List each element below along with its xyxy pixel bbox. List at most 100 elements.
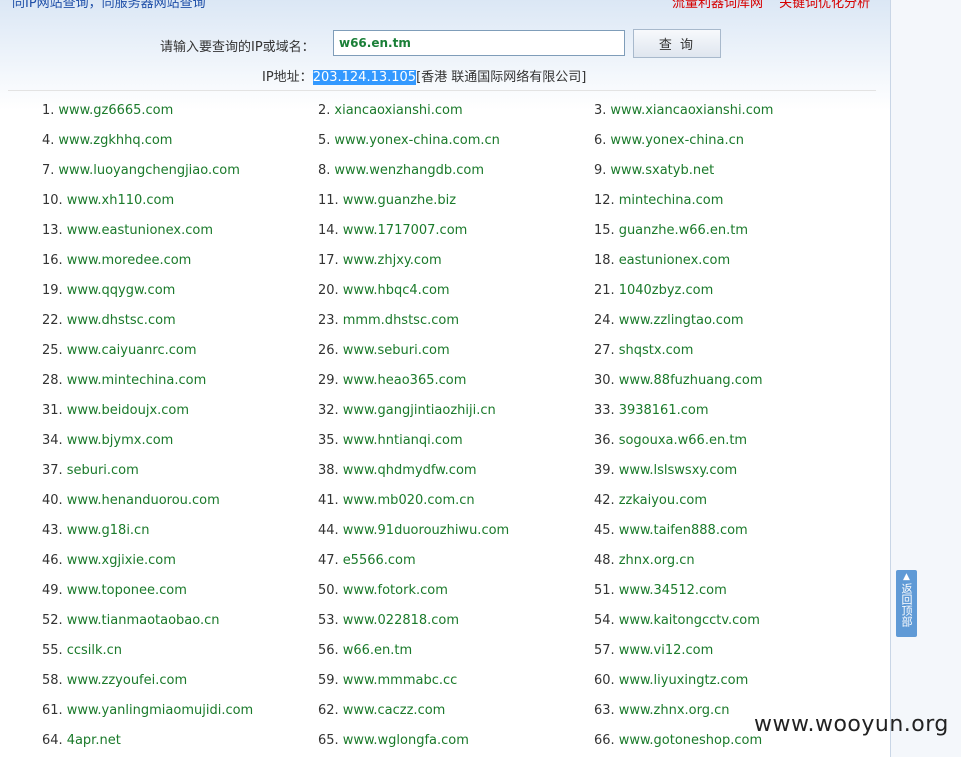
site-domain-link[interactable]: www.sxatyb.net <box>610 163 714 178</box>
site-domain-link[interactable]: 4apr.net <box>67 733 121 748</box>
site-domain-link[interactable]: www.tianmaotaobao.cn <box>67 613 220 628</box>
list-item-number: 5. <box>318 133 331 148</box>
site-domain-link[interactable]: www.mintechina.com <box>67 373 207 388</box>
list-item-number: 42. <box>594 493 615 508</box>
site-domain-link[interactable]: www.zzlingtao.com <box>619 313 744 328</box>
site-domain-link[interactable]: guanzhe.w66.en.tm <box>619 223 748 238</box>
list-item: 52. www.tianmaotaobao.cn <box>42 611 220 631</box>
site-domain-link[interactable]: www.zzyoufei.com <box>67 673 187 688</box>
site-domain-link[interactable]: www.vi12.com <box>619 643 714 658</box>
site-domain-link[interactable]: 3938161.com <box>619 403 709 418</box>
site-domain-link[interactable]: www.henanduorou.com <box>67 493 220 508</box>
list-item: 20. www.hbqc4.com <box>318 281 450 301</box>
list-item-number: 51. <box>594 583 615 598</box>
list-item-number: 9. <box>594 163 607 178</box>
site-domain-link[interactable]: www.88fuzhuang.com <box>619 373 763 388</box>
site-domain-link[interactable]: www.gangjintiaozhiji.cn <box>343 403 496 418</box>
list-item: 3. www.xiancaoxianshi.com <box>594 101 773 121</box>
site-domain-link[interactable]: www.luoyangchengjiao.com <box>58 163 239 178</box>
divider <box>8 90 876 91</box>
list-item: 45. www.taifen888.com <box>594 521 748 541</box>
site-domain-link[interactable]: www.yanlingmiaomujidi.com <box>67 703 254 718</box>
site-domain-link[interactable]: www.moredee.com <box>67 253 192 268</box>
list-item-number: 50. <box>318 583 339 598</box>
site-domain-link[interactable]: www.gotoneshop.com <box>619 733 762 748</box>
site-domain-link[interactable]: www.zgkhhq.com <box>58 133 172 148</box>
site-domain-link[interactable]: www.eastunionex.com <box>67 223 213 238</box>
back-to-top-button[interactable]: ▲ 返回顶部 <box>896 570 917 637</box>
site-domain-link[interactable]: zhnx.org.cn <box>619 553 695 568</box>
site-domain-link[interactable]: mintechina.com <box>619 193 724 208</box>
site-domain-link[interactable]: www.dhstsc.com <box>67 313 176 328</box>
site-domain-link[interactable]: www.kaitongcctv.com <box>619 613 760 628</box>
site-domain-link[interactable]: zzkaiyou.com <box>619 493 707 508</box>
site-domain-link[interactable]: www.taifen888.com <box>619 523 748 538</box>
site-domain-link[interactable]: www.seburi.com <box>343 343 450 358</box>
site-domain-link[interactable]: www.wenzhangdb.com <box>334 163 484 178</box>
site-domain-link[interactable]: www.qhdmydfw.com <box>343 463 477 478</box>
list-item: 2. xiancaoxianshi.com <box>318 101 463 121</box>
site-domain-link[interactable]: www.guanzhe.biz <box>343 193 456 208</box>
list-item-number: 66. <box>594 733 615 748</box>
list-item-number: 15. <box>594 223 615 238</box>
list-item: 53. www.022818.com <box>318 611 459 631</box>
back-to-top-label: 返回顶部 <box>900 583 913 627</box>
domain-input[interactable] <box>333 30 625 56</box>
site-domain-link[interactable]: www.fotork.com <box>343 583 448 598</box>
list-item-number: 40. <box>42 493 63 508</box>
site-domain-link[interactable]: w66.en.tm <box>343 643 412 658</box>
site-domain-link[interactable]: www.xgjixie.com <box>67 553 176 568</box>
site-domain-link[interactable]: www.g18i.cn <box>67 523 150 538</box>
site-domain-link[interactable]: www.mmmabc.cc <box>343 673 458 688</box>
site-domain-link[interactable]: www.caczz.com <box>343 703 446 718</box>
right-sidebar <box>891 0 961 757</box>
site-domain-link[interactable]: ccsilk.cn <box>67 643 122 658</box>
site-domain-link[interactable]: www.zhnx.org.cn <box>619 703 730 718</box>
site-domain-link[interactable]: mmm.dhstsc.com <box>343 313 459 328</box>
site-domain-link[interactable]: www.91duorouzhiwu.com <box>343 523 510 538</box>
list-item: 30. www.88fuzhuang.com <box>594 371 763 391</box>
keyword-analysis-link[interactable]: 关键词优化分析 <box>779 0 870 11</box>
site-domain-link[interactable]: www.hbqc4.com <box>343 283 450 298</box>
list-item-number: 12. <box>594 193 615 208</box>
site-domain-link[interactable]: eastunionex.com <box>619 253 730 268</box>
traffic-tool-link[interactable]: 流量利器词库网 <box>672 0 763 11</box>
site-domain-link[interactable]: www.yonex-china.com.cn <box>334 133 500 148</box>
site-domain-link[interactable]: www.bjymx.com <box>67 433 174 448</box>
site-domain-link[interactable]: www.mb020.com.cn <box>343 493 475 508</box>
site-domain-link[interactable]: seburi.com <box>67 463 139 478</box>
list-item: 49. www.toponee.com <box>42 581 187 601</box>
site-domain-link[interactable]: www.34512.com <box>619 583 727 598</box>
site-domain-link[interactable]: www.wglongfa.com <box>343 733 469 748</box>
site-domain-link[interactable]: www.yonex-china.cn <box>610 133 744 148</box>
same-ip-query-link[interactable]: 同IP网站查询，同服务器网站查询 <box>12 0 206 11</box>
site-domain-link[interactable]: www.022818.com <box>343 613 459 628</box>
site-domain-link[interactable]: www.xiancaoxianshi.com <box>610 103 773 118</box>
site-domain-link[interactable]: www.caiyuanrc.com <box>67 343 197 358</box>
site-domain-link[interactable]: www.zhjxy.com <box>343 253 442 268</box>
site-domain-link[interactable]: 1040zbyz.com <box>619 283 714 298</box>
list-item: 1. www.gz6665.com <box>42 101 173 121</box>
site-domain-link[interactable]: www.toponee.com <box>67 583 187 598</box>
site-domain-link[interactable]: www.qqygw.com <box>67 283 176 298</box>
list-item-number: 10. <box>42 193 63 208</box>
site-domain-link[interactable]: e5566.com <box>343 553 416 568</box>
site-domain-link[interactable]: www.hntianqi.com <box>343 433 463 448</box>
list-item: 22. www.dhstsc.com <box>42 311 176 331</box>
top-nav-left: 同IP网站查询，同服务器网站查询 <box>12 0 206 11</box>
site-domain-link[interactable]: www.heao365.com <box>343 373 467 388</box>
site-domain-link[interactable]: www.gz6665.com <box>58 103 173 118</box>
site-domain-link[interactable]: www.xh110.com <box>67 193 174 208</box>
query-button[interactable]: 查 询 <box>633 29 721 58</box>
list-item: 56. w66.en.tm <box>318 641 412 661</box>
list-item-number: 33. <box>594 403 615 418</box>
site-domain-link[interactable]: www.1717007.com <box>343 223 468 238</box>
site-domain-link[interactable]: xiancaoxianshi.com <box>334 103 462 118</box>
list-item-number: 55. <box>42 643 63 658</box>
site-domain-link[interactable]: www.lslswsxy.com <box>619 463 737 478</box>
site-domain-link[interactable]: shqstx.com <box>619 343 694 358</box>
site-domain-link[interactable]: www.beidoujx.com <box>67 403 189 418</box>
site-domain-link[interactable]: www.liyuxingtz.com <box>619 673 749 688</box>
site-domain-link[interactable]: sogouxa.w66.en.tm <box>619 433 747 448</box>
list-item-number: 37. <box>42 463 63 478</box>
